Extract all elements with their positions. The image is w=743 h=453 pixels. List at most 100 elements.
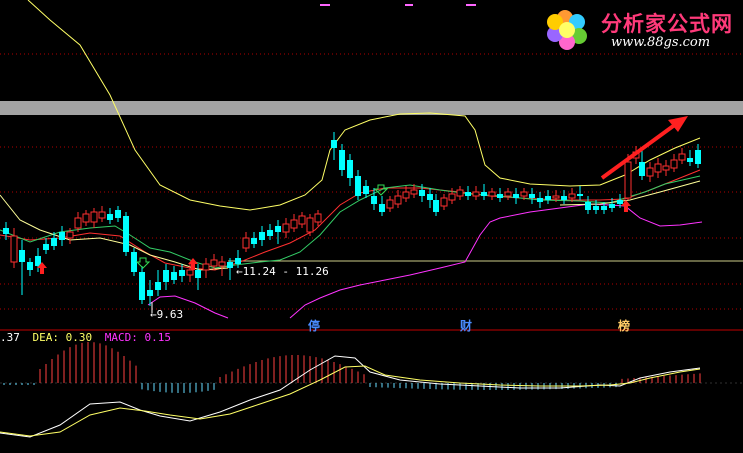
macd-legend: .37 DEA: 0.30 MACD: 0.15 [0, 331, 177, 345]
candle-body [131, 252, 137, 272]
ma-line [0, 175, 701, 269]
dif-line [0, 355, 701, 438]
candle-body [218, 261, 226, 267]
candle-body [488, 191, 496, 197]
candle-body [419, 190, 425, 196]
site-logo[interactable]: 分析家公式网 www.88gs.com [543, 4, 739, 54]
candle-body [147, 290, 153, 296]
down-arrow-1 [135, 257, 151, 269]
candle-body [537, 198, 543, 202]
candle-body [465, 192, 471, 196]
candle-body [82, 213, 90, 223]
candle-body [10, 235, 18, 263]
candle-body [427, 194, 433, 200]
candle-body [448, 193, 456, 201]
top-toolbar-cropped [320, 4, 476, 6]
candle-body [19, 250, 25, 262]
candlestick-chart[interactable] [0, 0, 743, 453]
candle-body [552, 195, 560, 199]
candle-body [662, 165, 670, 171]
candle-body [179, 270, 185, 276]
candle-body [601, 206, 607, 210]
candle-body [386, 199, 394, 209]
candle-body [3, 228, 9, 234]
candle-body [513, 194, 519, 198]
candle-body [202, 263, 210, 271]
flower-logo-icon [547, 10, 587, 50]
logo-title: 分析家公式网 [601, 12, 733, 36]
candle-body [195, 270, 201, 278]
candle-body [331, 140, 337, 148]
candle-body [678, 153, 686, 161]
candle-body [259, 232, 265, 240]
candle-body [456, 189, 464, 197]
candle-body [115, 210, 121, 218]
grid-lines [0, 53, 743, 310]
candles [3, 132, 701, 306]
candle-body [227, 262, 233, 268]
candle-body [107, 214, 113, 220]
candle-body [545, 196, 551, 200]
candle-body [66, 231, 74, 239]
candle-body [155, 282, 161, 290]
candle-body [624, 161, 632, 199]
candle-body [379, 204, 385, 212]
candle-body [314, 213, 322, 223]
candle-body [371, 196, 377, 204]
candle-body [275, 226, 281, 232]
stock-chart-window: 分析家公式网 www.88gs.com ←9.63 ←11.24 - 11.26… [0, 0, 743, 453]
candle-body [568, 193, 576, 199]
candle-body [363, 186, 369, 194]
candle-body [59, 232, 65, 240]
candle-body [639, 162, 645, 176]
logo-url: www.88gs.com [611, 35, 711, 50]
candle-body [440, 197, 448, 207]
range-price-value: 11.24 - 11.26 [242, 265, 329, 278]
candle-body [617, 200, 623, 204]
candle-body [347, 160, 353, 178]
dif-value: .37 [0, 331, 20, 344]
candle-body [74, 217, 82, 229]
candle-body [529, 194, 535, 198]
low-price-value: 9.63 [156, 308, 184, 321]
event-marker-finance[interactable]: 财 [460, 317, 472, 334]
event-marker-suspend[interactable]: 停 [308, 317, 320, 334]
candle-body [210, 259, 218, 267]
candle-body [90, 211, 98, 223]
low-price-label: ←9.63 [150, 308, 184, 321]
candle-body [585, 202, 591, 210]
candle-body [123, 216, 129, 252]
candle-body [504, 191, 512, 197]
candle-body [433, 200, 439, 212]
candle-body [695, 150, 701, 164]
candle-body [242, 237, 250, 249]
candle-body [51, 238, 57, 246]
candle-body [646, 167, 654, 177]
event-marker-list[interactable]: 榜 [618, 317, 630, 334]
candle-body [561, 196, 567, 200]
candle-body [481, 192, 487, 196]
candle-body [410, 189, 418, 195]
candle-body [577, 194, 583, 196]
candle-body [520, 191, 528, 197]
gray-banner [0, 101, 743, 115]
candle-body [139, 272, 145, 300]
candle-body [339, 150, 345, 170]
candle-body [27, 262, 33, 270]
candle-body [355, 176, 361, 196]
candle-body [670, 159, 678, 169]
candle-body [472, 191, 480, 197]
candle-body [290, 219, 298, 229]
range-price-label: ←11.24 - 11.26 [236, 265, 329, 278]
candle-body [402, 191, 410, 199]
dea-line [0, 365, 701, 437]
candle-body [497, 194, 503, 198]
candle-body [251, 238, 257, 244]
candle-body [306, 217, 314, 233]
candle-body [394, 195, 402, 205]
inner-yellow-line [0, 194, 229, 271]
dea-value: DEA: 0.30 [32, 331, 93, 344]
candle-body [593, 206, 599, 210]
candle-body [163, 270, 169, 282]
candle-body [282, 223, 290, 233]
